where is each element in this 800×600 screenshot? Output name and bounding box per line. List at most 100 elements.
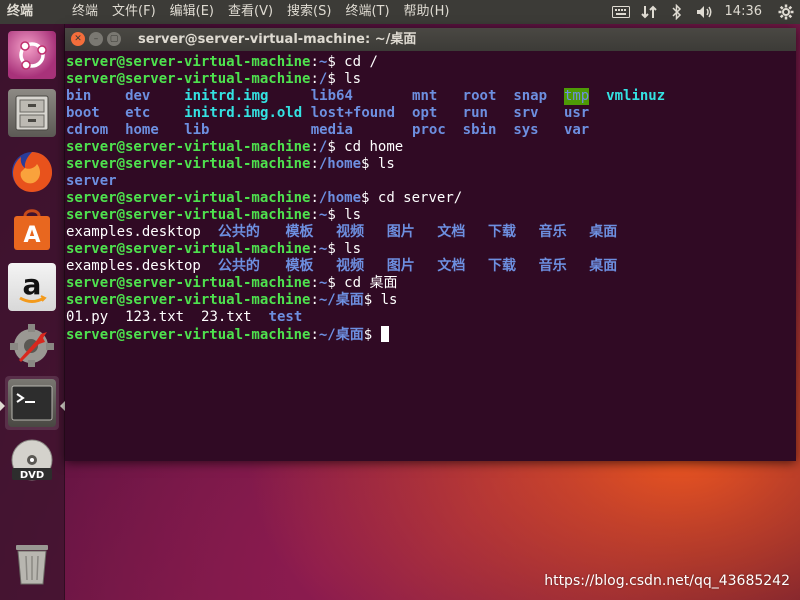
command-text: ls — [377, 156, 395, 172]
terminal-line: server@server-virtual-machine:~$ ls — [66, 241, 796, 258]
dir-entry: 音乐 — [538, 224, 567, 240]
dir-entry: home — [125, 122, 159, 138]
software-bag-icon: A — [8, 205, 56, 253]
launcher-trash[interactable] — [5, 537, 59, 591]
launcher-files[interactable] — [5, 86, 59, 140]
file-entry: 23.txt — [201, 309, 252, 325]
launcher-terminal[interactable] — [5, 376, 59, 430]
top-panel: 终端 终端 文件(F) 编辑(E) 查看(V) 搜索(S) 终端(T) 帮助(H… — [0, 0, 800, 24]
dir-entry: snap — [513, 88, 548, 104]
window-titlebar[interactable]: ✕ – ▢ server@server-virtual-machine: ~/桌… — [65, 28, 796, 51]
prompt-symbol: $ — [327, 275, 345, 291]
prompt-separator: : — [310, 327, 319, 343]
dir-entry: bin — [66, 88, 92, 104]
prompt-separator: : — [310, 207, 319, 223]
terminal-line: server@server-virtual-machine:/home$ ls — [66, 156, 796, 173]
menu-item-view[interactable]: 查看(V) — [228, 0, 273, 24]
prompt-symbol: $ — [327, 139, 345, 155]
dir-entry: 桌面 — [589, 258, 618, 274]
launcher-ubuntu-dash[interactable] — [5, 28, 59, 82]
volume-icon[interactable] — [691, 0, 719, 24]
dvd-disc-icon: DVD — [8, 437, 56, 485]
file-entry: 01.py — [66, 309, 109, 325]
terminal-line: server@server-virtual-machine:~/桌面$ ls — [66, 292, 796, 309]
launcher-system-settings[interactable] — [5, 318, 59, 372]
window-controls: ✕ – ▢ — [71, 32, 121, 46]
command-text: ls — [344, 207, 362, 223]
command-text: cd server/ — [377, 190, 463, 206]
file-entry: examples.desktop — [66, 224, 201, 240]
close-button[interactable]: ✕ — [71, 32, 85, 46]
menu-item-help[interactable]: 帮助(H) — [404, 0, 450, 24]
clock[interactable]: 14:36 — [719, 0, 772, 24]
dir-entry: 图片 — [386, 258, 415, 274]
prompt-symbol: $ — [327, 241, 345, 257]
menu-item-terminal-t[interactable]: 终端(T) — [345, 0, 389, 24]
terminal-line: bin dev initrd.img lib64 mnt root snap tmp vmlin… — [66, 88, 796, 105]
menu-item-search[interactable]: 搜索(S) — [287, 0, 331, 24]
terminal-line: server@server-virtual-machine:/$ cd home — [66, 139, 796, 156]
command-text: ls — [380, 292, 398, 308]
prompt-user: server@server-virtual-machine — [66, 207, 311, 223]
prompt-user: server@server-virtual-machine — [66, 139, 311, 155]
gear-icon[interactable] — [772, 0, 800, 24]
command-text: cd 桌面 — [344, 275, 398, 291]
dir-entry: 下载 — [488, 258, 516, 274]
terminal-window[interactable]: ✕ – ▢ server@server-virtual-machine: ~/桌… — [65, 28, 796, 461]
minimize-button[interactable]: – — [89, 32, 103, 46]
dir-entry: test — [268, 309, 303, 325]
terminal-output[interactable]: server@server-virtual-machine:~$ cd / ser… — [65, 51, 796, 461]
dir-entry: usr — [563, 105, 590, 121]
dir-entry: cdrom — [66, 122, 109, 138]
network-icon[interactable] — [635, 0, 663, 24]
terminal-line: server@server-virtual-machine:/home$ cd … — [66, 190, 796, 207]
dir-entry: 视频 — [336, 224, 365, 240]
terminal-line: examples.desktop 公共的 模板 视频 图片 文档 下载 音乐 桌面 — [66, 258, 796, 275]
prompt-user: server@server-virtual-machine — [66, 71, 311, 87]
prompt-user: server@server-virtual-machine — [66, 292, 311, 308]
dir-entry: var — [563, 122, 590, 138]
dir-entry: initrd.img.old — [184, 105, 303, 121]
dir-entry: 图片 — [386, 224, 415, 240]
prompt-user: server@server-virtual-machine — [66, 241, 311, 257]
prompt-separator: : — [310, 275, 319, 291]
prompt-user: server@server-virtual-machine — [66, 275, 311, 291]
dir-entry: 模板 — [285, 258, 314, 274]
svg-text:a: a — [23, 268, 42, 301]
maximize-button[interactable]: ▢ — [107, 32, 121, 46]
prompt-user: server@server-virtual-machine — [66, 190, 311, 206]
dir-entry: sys — [513, 122, 539, 138]
menu-item-edit[interactable]: 编辑(E) — [170, 0, 214, 24]
prompt-path: /home — [318, 156, 362, 172]
dir-entry: lib64 — [310, 88, 353, 104]
launcher-dvd[interactable]: DVD — [5, 434, 59, 488]
prompt-path: ~/桌面 — [318, 292, 364, 308]
dir-entry: 音乐 — [538, 258, 567, 274]
prompt-separator: : — [310, 71, 319, 87]
launcher-amazon[interactable]: a — [5, 260, 59, 314]
keyboard-icon[interactable] — [607, 0, 635, 24]
prompt-user: server@server-virtual-machine — [66, 156, 311, 172]
terminal-line: boot etc initrd.img.old lost+found opt run srv… — [66, 105, 796, 122]
prompt-path: /home — [318, 190, 362, 206]
dir-entry: 公共的 — [217, 224, 260, 240]
dir-entry: dev — [125, 88, 151, 104]
dir-entry: vmlinuz — [606, 88, 666, 104]
launcher-ubuntu-software[interactable]: A — [5, 202, 59, 256]
prompt-symbol: $ — [363, 327, 381, 343]
prompt-user: server@server-virtual-machine — [66, 327, 311, 343]
window-title: server@server-virtual-machine: ~/桌面 — [138, 32, 417, 47]
menu-item-file[interactable]: 文件(F) — [112, 0, 156, 24]
prompt-symbol: $ — [363, 292, 381, 308]
launcher-firefox[interactable] — [5, 144, 59, 198]
svg-text:DVD: DVD — [20, 470, 44, 481]
dir-entry: 下载 — [488, 224, 516, 240]
prompt-separator: : — [310, 139, 319, 155]
svg-text:A: A — [23, 223, 40, 248]
dir-entry: opt — [412, 105, 438, 121]
dir-entry: lost+found — [310, 105, 396, 121]
dir-entry: mnt — [412, 88, 438, 104]
bluetooth-icon[interactable] — [663, 0, 691, 24]
file-entry: 123.txt — [125, 309, 185, 325]
menu-item-terminal[interactable]: 终端 — [72, 0, 98, 24]
